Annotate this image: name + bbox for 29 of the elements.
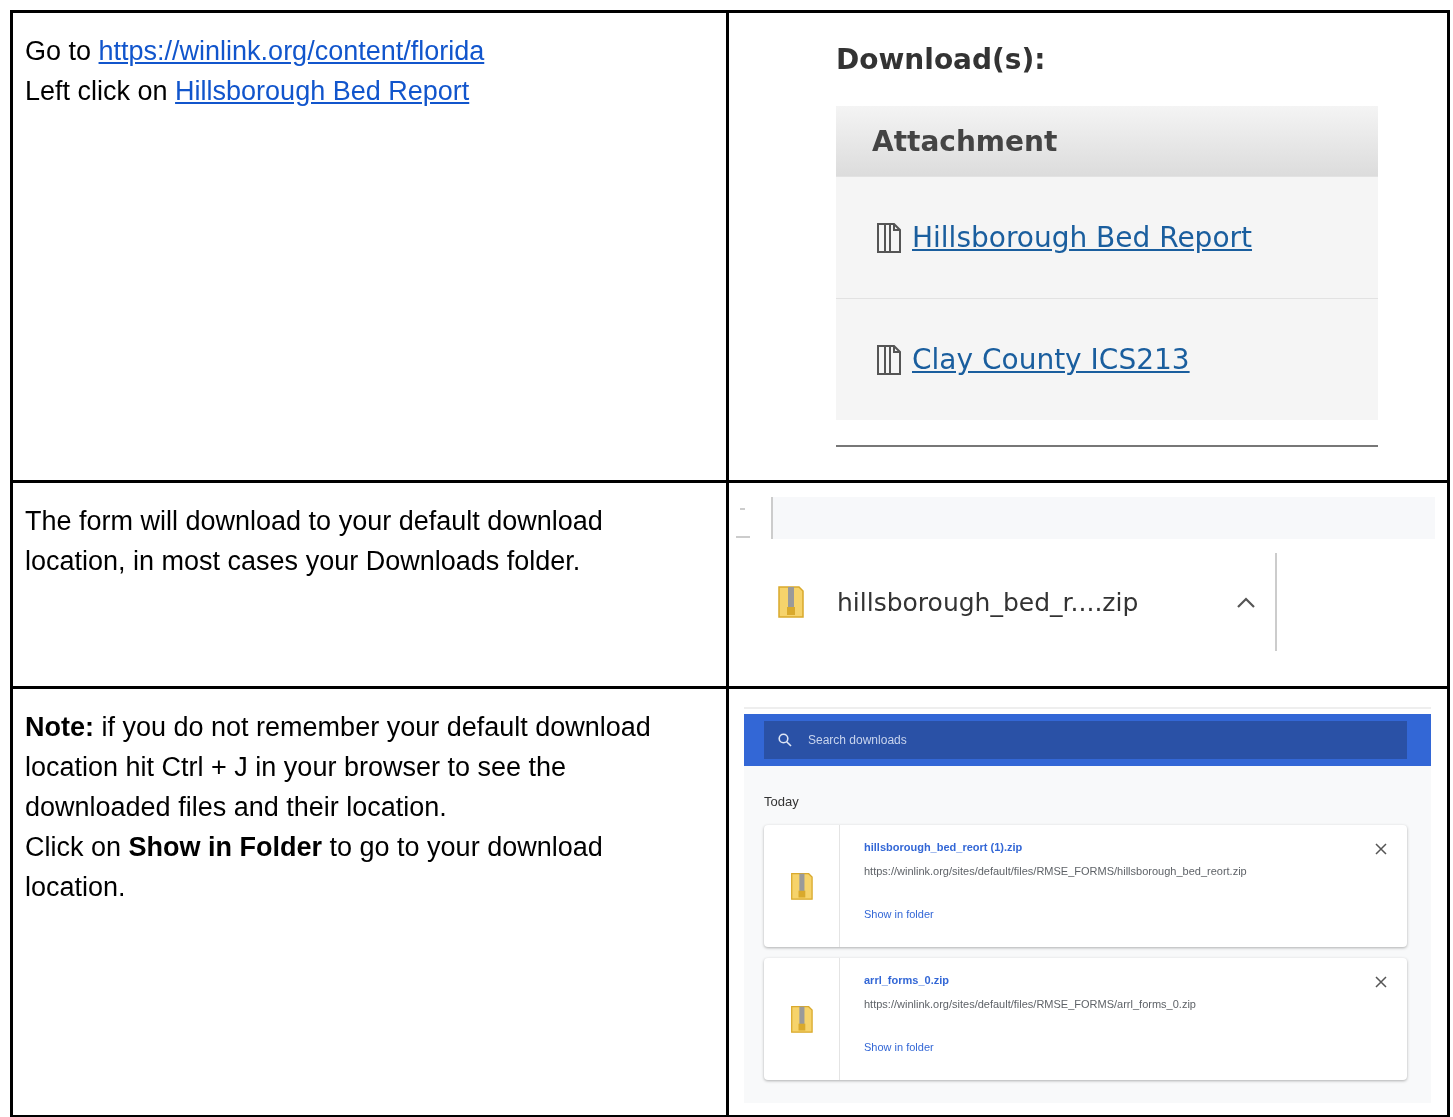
- file-url: https://winlink.org/sites/default/files/RMSE_FORMS/arrl_forms_0.zip: [864, 998, 1197, 1010]
- instruction-text: Go to https://winlink.org/content/florida: [25, 35, 486, 68]
- file-name-link[interactable]: hillsborough_bed_reort (1).zip: [864, 841, 1375, 853]
- search-field[interactable]: Search downloads: [764, 721, 1407, 759]
- show-in-folder-link[interactable]: Show in folder: [864, 908, 934, 920]
- zip-folder-icon: [789, 871, 814, 901]
- attachment-link[interactable]: Clay County ICS213: [912, 343, 1190, 376]
- column-header: Attachment: [836, 106, 1378, 176]
- file-url: https://winlink.org/sites/default/files/RMSE_FORMS/hillsborough_bed_reort.zip: [864, 865, 1248, 877]
- section-heading: Download(s):: [836, 43, 1047, 76]
- download-item[interactable]: hillsborough_bed_r....zip: [729, 585, 1237, 619]
- link[interactable]: Hillsborough Bed Report: [175, 76, 470, 106]
- instruction-text: Click on Show in Folder to go to your download location.: [25, 831, 604, 904]
- instruction-text: The form will download to your default download location, in most cases your Downloads folder.: [25, 505, 604, 578]
- file-name-link[interactable]: arrl_forms_0.zip: [864, 974, 1375, 986]
- caret-up-icon[interactable]: [1237, 596, 1255, 608]
- attachment-link[interactable]: Hillsborough Bed Report: [912, 221, 1252, 254]
- show-in-folder-link[interactable]: Show in folder: [864, 1041, 934, 1053]
- instruction-text: Note: if you do not remember your default download location hit Ctrl + J in your browser to see the downloaded files and their location.: [25, 711, 652, 824]
- document-icon: [876, 222, 902, 253]
- search-icon: [778, 733, 792, 747]
- zip-folder-icon: [777, 585, 805, 619]
- close-button[interactable]: [1375, 843, 1387, 855]
- close-button[interactable]: [1375, 976, 1387, 988]
- date-heading: Today: [764, 794, 800, 809]
- zip-folder-icon: [789, 1004, 814, 1034]
- document-icon: [876, 344, 902, 375]
- instruction-text: Left click on Hillsborough Bed Report: [25, 75, 471, 108]
- link[interactable]: https://winlink.org/content/florida: [98, 36, 485, 66]
